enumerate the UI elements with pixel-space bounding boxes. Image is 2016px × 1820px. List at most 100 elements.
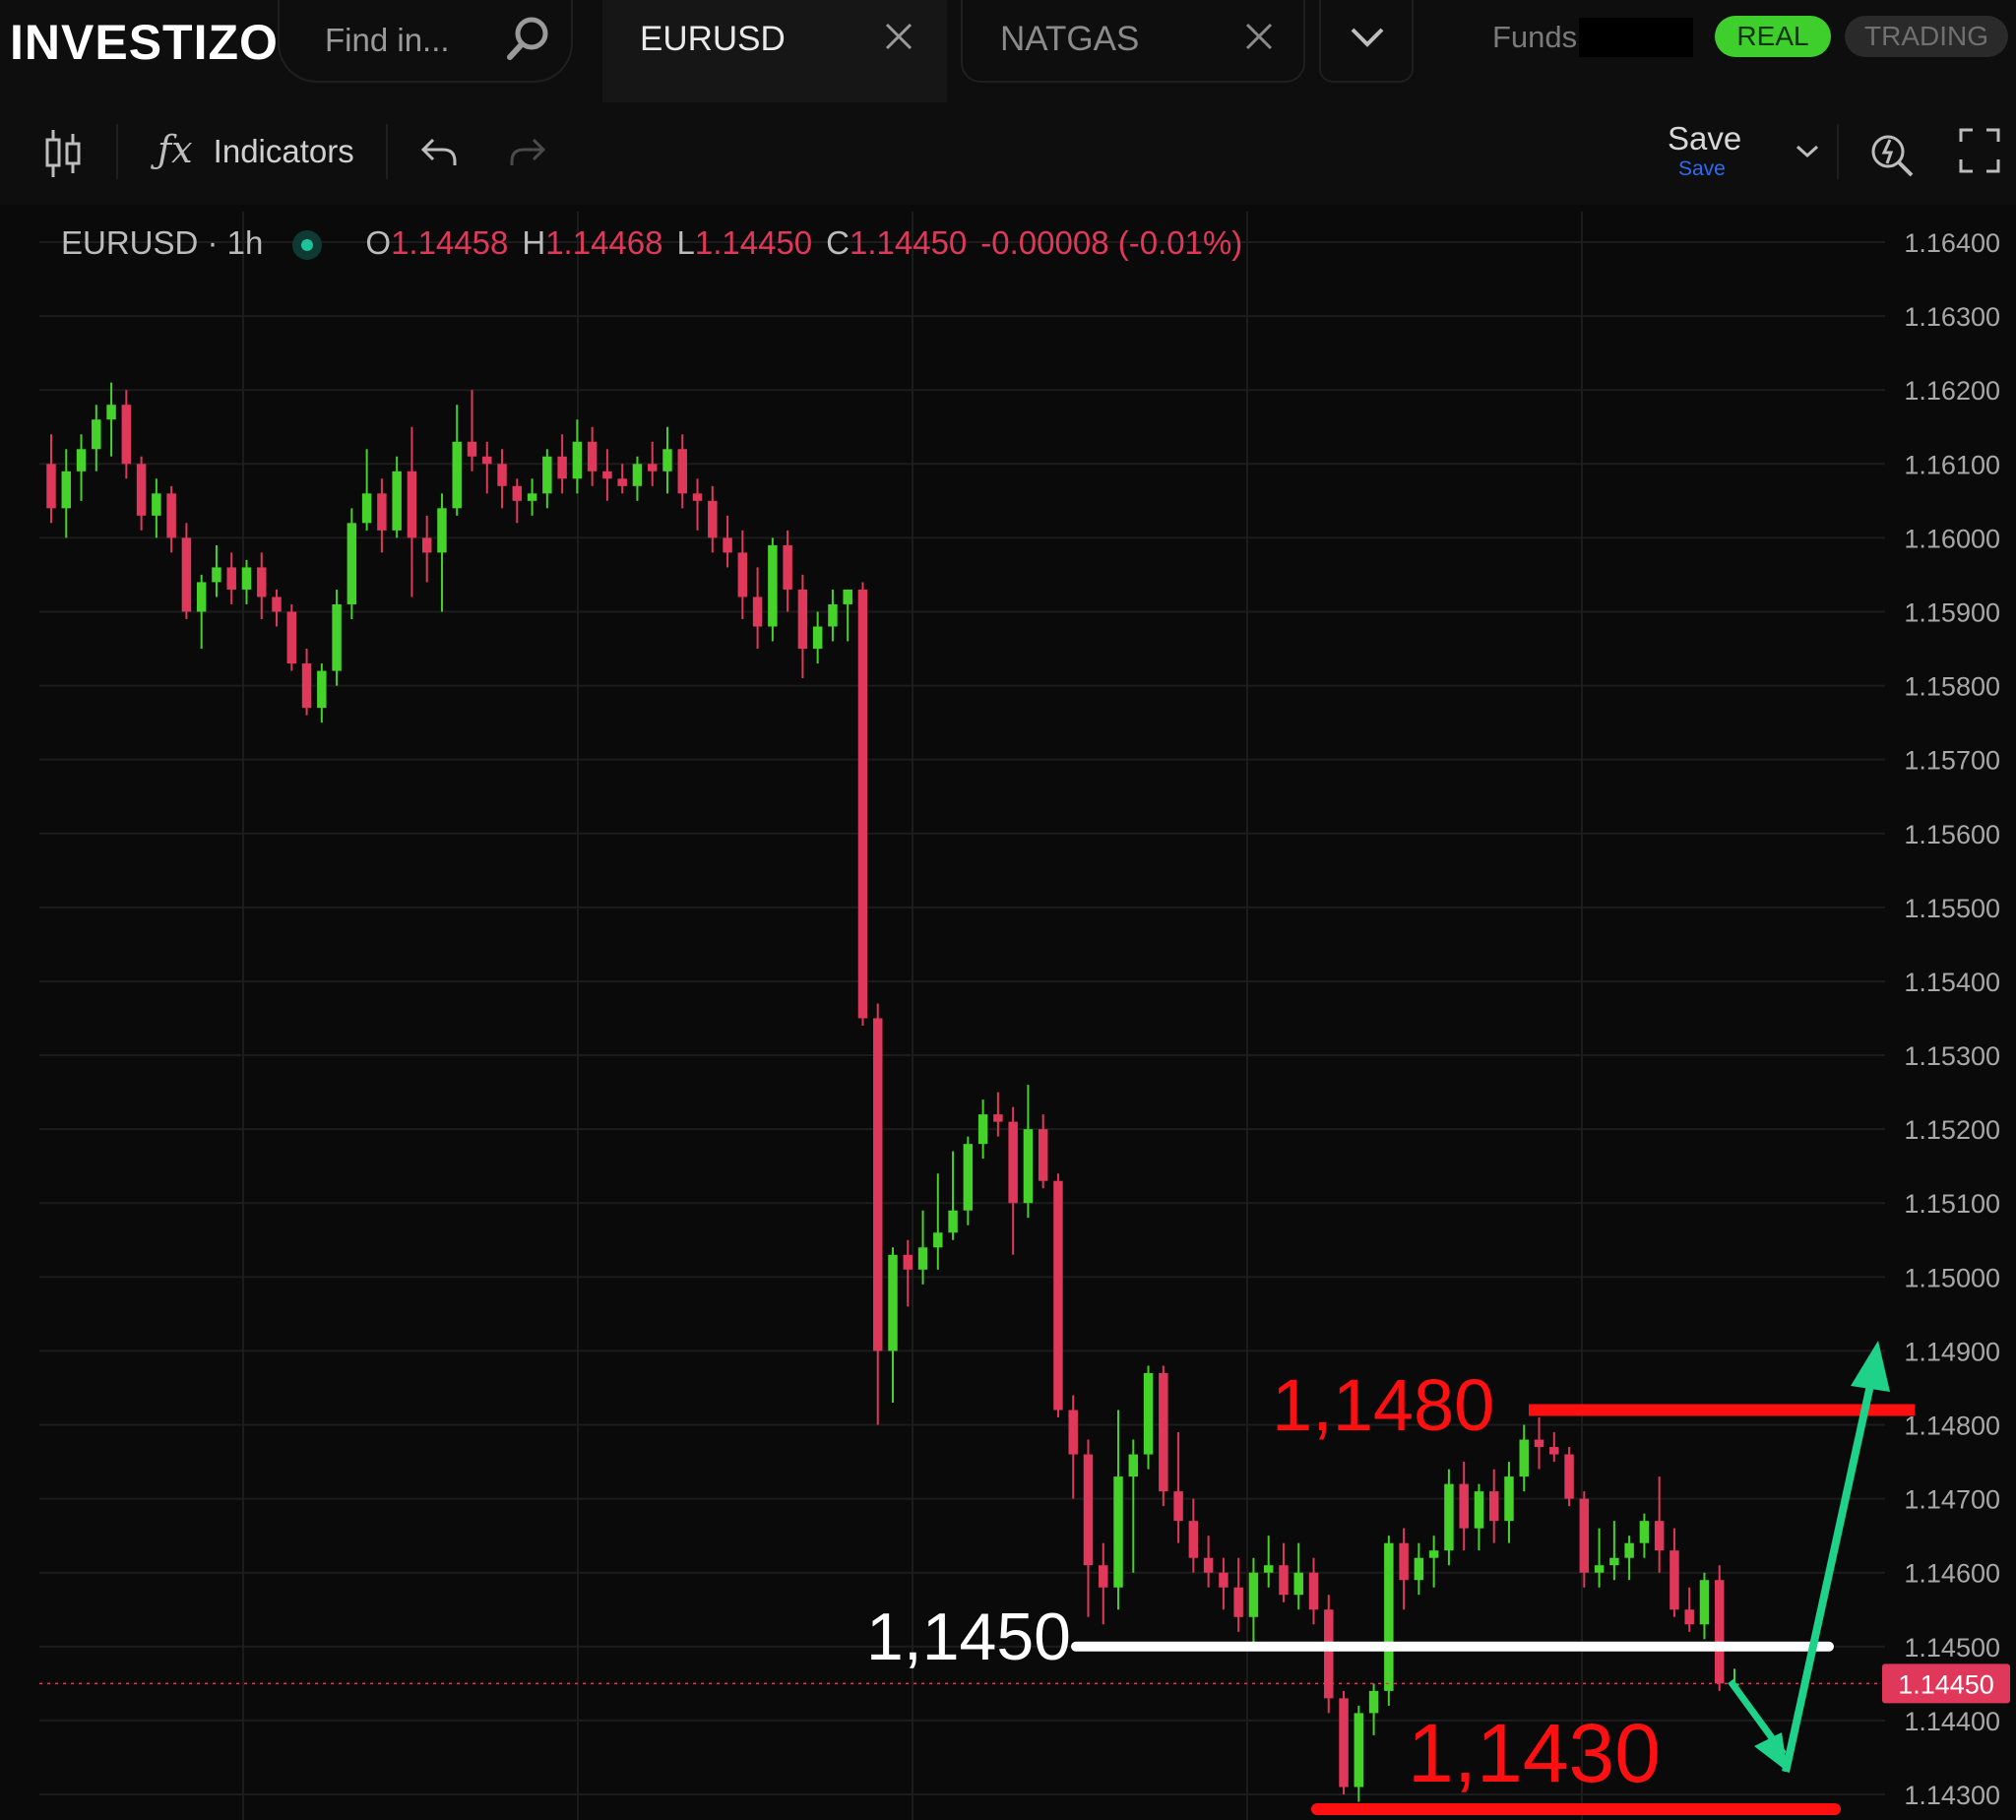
y-axis-tick-label: 1.16400 [1904,228,2000,258]
candle-body [632,464,643,486]
candle-body [1263,1565,1274,1573]
search-input[interactable]: Find in... [325,22,450,59]
symbol-timeframe[interactable]: EURUSD · 1h [61,224,263,261]
candle-body [587,441,598,471]
candle-body [708,500,718,538]
funds-value-redacted [1579,18,1693,57]
candle-body [1233,1587,1243,1617]
candle-body [542,456,552,494]
y-axis-tick-label: 1.15900 [1904,597,2000,627]
candle-body [1639,1521,1650,1543]
candle-body [1008,1121,1018,1204]
candle-body [933,1232,943,1248]
candlestick-type-icon[interactable] [43,128,83,179]
current-price-label: 1.14450 [1898,1669,1994,1699]
redo-icon[interactable] [508,136,547,169]
close-tab-natgas-icon[interactable] [1244,22,1274,51]
candle-body [1624,1542,1634,1558]
candle-body [1594,1565,1605,1573]
quick-search-icon[interactable] [1868,124,1916,179]
candle-body [1609,1557,1619,1566]
candle-body [783,544,792,590]
y-axis-tick-label: 1.16100 [1904,450,2000,479]
y-axis-tick-label: 1.15500 [1904,894,2000,923]
candle-body [241,567,252,590]
price-chart[interactable]: 1,1480 1,1450 1,1430 1.16400 1.16300 1.16200… [0,205,2016,1820]
candle-body [1143,1372,1154,1455]
candle-body [572,441,583,479]
candle-body [1068,1410,1078,1455]
close-key: C [826,224,850,261]
candle-body [1159,1372,1168,1492]
candle-body [1579,1498,1590,1573]
candle-body [1474,1491,1484,1529]
candle-body [1219,1572,1228,1588]
arrow-down-head [1754,1732,1788,1772]
tab-natgas[interactable]: NATGAS [961,0,1305,83]
account-real-badge[interactable]: REAL [1715,16,1831,57]
candle-body [843,589,852,604]
candle-body [437,508,447,553]
candle-body [121,405,132,465]
save-sublabel: Save [1678,157,1726,180]
resistance-label-1480: 1,1480 [1272,1364,1494,1446]
search-box[interactable]: Find in... [278,0,573,83]
candle-body [377,493,387,531]
candle-body [1023,1129,1034,1204]
y-axis-tick-label: 1.16300 [1904,302,2000,332]
y-axis-tick-label: 1.16200 [1904,376,2000,406]
ohlc-legend: EURUSD · 1h O1.14458 H1.14468 L1.14450 C1.14… [61,224,1242,262]
candle-body [1083,1454,1094,1566]
candle-body [317,670,327,709]
save-label: Save [1668,120,1742,157]
candle-body [61,471,72,509]
open-key: O [365,224,392,261]
candle-body [361,493,372,524]
candle-body [692,493,703,501]
candle-body [768,544,778,627]
investizo-logo[interactable]: INVESTIZO [10,14,279,71]
candle-body [617,478,627,486]
more-tabs-button[interactable] [1319,0,1414,83]
candle-body [752,596,763,627]
candle-body [1188,1521,1199,1558]
y-axis-tick-label: 1.14600 [1904,1559,2000,1589]
y-axis-tick-label: 1.14800 [1904,1412,2000,1441]
indicators-button[interactable]: ƒx Indicators [158,128,354,171]
account-trading-badge[interactable]: TRADING [1845,16,2008,57]
chart-toolbar: ƒx Indicators Save Save [0,102,2016,205]
candle-body [332,603,342,671]
candle-body [92,419,101,450]
y-axis-tick-label: 1.15000 [1904,1263,2000,1292]
candlestick-chart-svg[interactable]: 1,1480 1,1450 1,1430 1.16400 1.16300 1.16200… [0,205,2016,1820]
candle-body [948,1210,958,1233]
candle-body [977,1114,988,1145]
candle-body [497,464,507,486]
save-options-chevron-icon[interactable] [1794,142,1821,161]
candle-body [1368,1690,1379,1714]
high-value: 1.14468 [545,224,663,261]
close-tab-eurusd-icon[interactable] [884,22,914,51]
candle-body [963,1144,974,1211]
tab-eurusd[interactable]: EURUSD [602,0,947,102]
candle-body [1504,1476,1514,1522]
candle-body [737,552,748,597]
y-axis-tick-label: 1.15400 [1904,968,2000,997]
candle-body [76,449,87,471]
candle-body [1384,1542,1394,1691]
y-axis-tick-label: 1.15600 [1904,820,2000,849]
support-label-1430: 1,1430 [1408,1707,1661,1799]
candle-body [917,1247,928,1270]
fullscreen-icon[interactable] [1959,128,2000,173]
y-axis-tick-label: 1.16000 [1904,524,2000,553]
candle-body [1534,1439,1544,1448]
search-icon[interactable] [504,14,553,63]
y-axis-tick-label: 1.15800 [1904,672,2000,702]
y-axis-tick-label: 1.14400 [1904,1707,2000,1736]
undo-icon[interactable] [419,136,459,169]
candle-body [286,611,297,664]
toolbar-divider [1837,124,1839,179]
candle-body [857,589,868,1019]
funds-label: Funds: [1492,20,1586,54]
candle-body [1684,1609,1694,1625]
